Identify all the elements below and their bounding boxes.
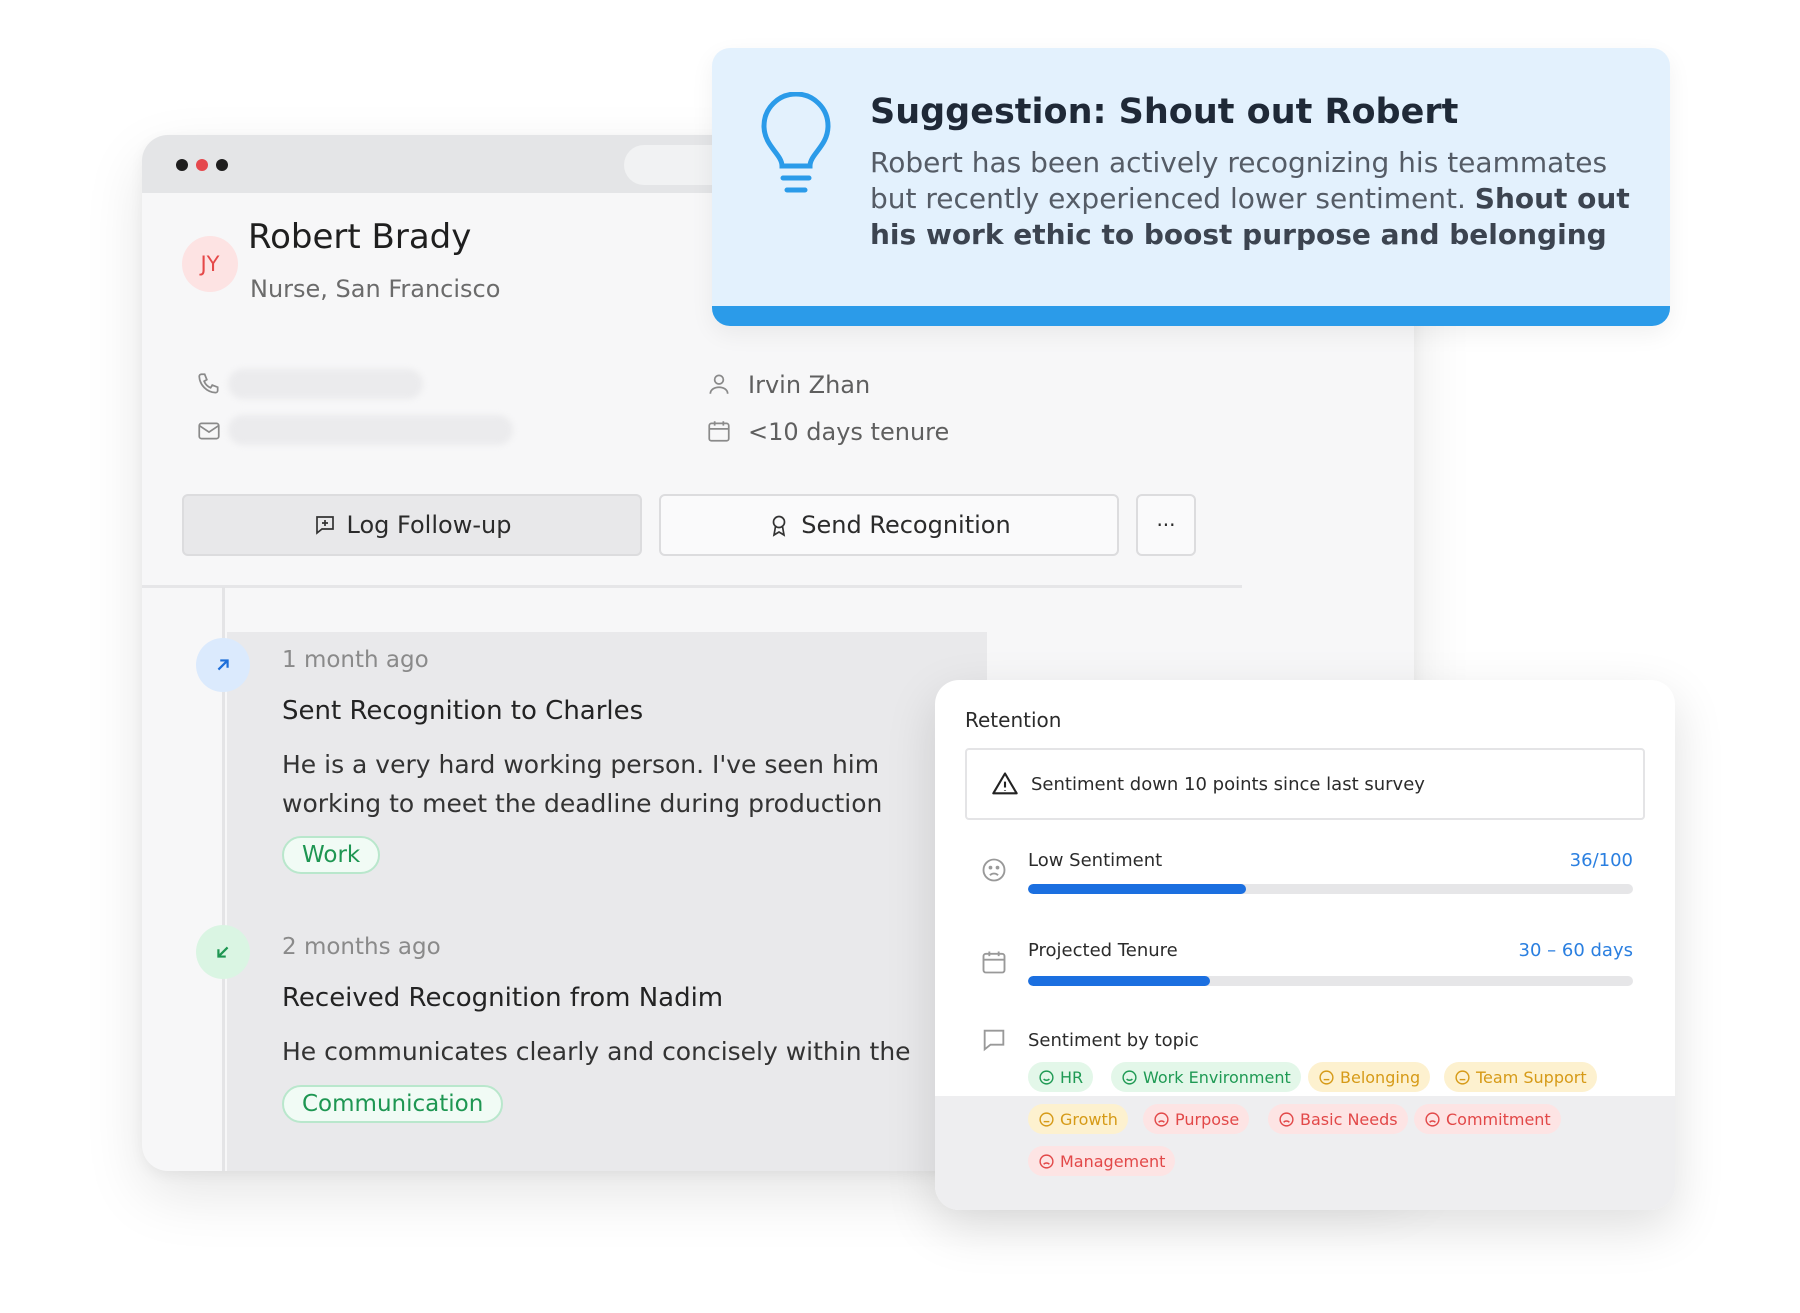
- calendar-icon: [982, 951, 1006, 974]
- phone-icon: [198, 373, 219, 394]
- neutral-face-icon: [1319, 1069, 1334, 1085]
- employee-name: Robert Brady: [248, 217, 472, 257]
- arrow-up-right-icon: [217, 659, 229, 671]
- send-recognition-label: Send Recognition: [801, 511, 1011, 539]
- event-tag[interactable]: Work: [282, 836, 381, 874]
- send-recognition-button[interactable]: Send Recognition: [659, 494, 1119, 556]
- user-icon: [709, 374, 729, 394]
- window-close-dot-icon[interactable]: [196, 159, 208, 171]
- topic-label: Commitment: [1446, 1109, 1551, 1129]
- low-sentiment-progress: [1028, 884, 1633, 894]
- event-tag[interactable]: Communication: [282, 1085, 504, 1123]
- topic-label: Growth: [1060, 1109, 1118, 1129]
- mail-icon: [198, 422, 220, 440]
- suggestion-accent-bar: [712, 306, 1670, 326]
- projected-tenure-progress: [1028, 976, 1633, 986]
- sad-face-icon: [1154, 1111, 1169, 1127]
- topic-label: Basic Needs: [1300, 1109, 1398, 1129]
- topic-label: HR: [1060, 1067, 1084, 1087]
- received-recognition-marker: [196, 925, 250, 979]
- suggestion-card: Suggestion: Shout out Robert Robert has …: [712, 48, 1670, 326]
- tenure-text: <10 days tenure: [748, 418, 950, 446]
- sad-face-icon: [982, 858, 1006, 882]
- lightbulb-icon: [761, 92, 831, 193]
- suggestion-title: Suggestion: Shout out Robert: [870, 92, 1459, 132]
- topic-chip[interactable]: Management: [1028, 1146, 1176, 1176]
- section-divider: [142, 585, 1242, 588]
- topic-chip[interactable]: Growth: [1028, 1104, 1128, 1134]
- avatar: JY: [182, 236, 238, 292]
- metric-value: 30 – 60 days: [1518, 940, 1633, 961]
- topic-label: Team Support: [1476, 1067, 1587, 1087]
- event-tag-label: Communication: [302, 1091, 484, 1117]
- topic-chip[interactable]: Belonging: [1308, 1062, 1431, 1092]
- alert-text: Sentiment down 10 points since last surv…: [1031, 773, 1425, 795]
- event-time: 1 month ago: [282, 647, 429, 673]
- topic-label: Work Environment: [1143, 1067, 1291, 1087]
- low-sentiment-progress-fill: [1028, 884, 1246, 894]
- sad-face-icon: [1425, 1111, 1440, 1127]
- log-follow-up-label: Log Follow-up: [346, 511, 512, 539]
- event-message: He is a very hard working person. I've s…: [282, 750, 883, 818]
- avatar-initials: JY: [200, 252, 220, 276]
- phone-number-redacted: [228, 369, 423, 399]
- event-time: 2 months ago: [282, 934, 441, 960]
- message-plus-icon: [315, 516, 334, 535]
- topic-chip[interactable]: Team Support: [1444, 1062, 1597, 1092]
- calendar-icon: [708, 421, 730, 442]
- suggestion-body: Robert has been actively recognizing his…: [870, 145, 1630, 253]
- topic-chip[interactable]: HR: [1028, 1062, 1094, 1092]
- event-tag-label: Work: [302, 842, 361, 868]
- event-message: He communicates clearly and concisely wi…: [282, 1037, 911, 1066]
- sad-face-icon: [1039, 1153, 1054, 1169]
- neutral-face-icon: [1455, 1069, 1470, 1085]
- employee-role: Nurse, San Francisco: [250, 275, 501, 303]
- topic-label: Purpose: [1175, 1109, 1240, 1129]
- award-icon: [772, 515, 786, 537]
- retention-card: Retention Sentiment down 10 points since…: [935, 680, 1675, 1210]
- sentiment-alert: Sentiment down 10 points since last surv…: [965, 748, 1645, 820]
- log-follow-up-button[interactable]: Log Follow-up: [182, 494, 642, 556]
- topic-chip[interactable]: Commitment: [1414, 1104, 1561, 1134]
- topics-label: Sentiment by topic: [1028, 1030, 1199, 1051]
- more-options-button[interactable]: ···: [1136, 494, 1196, 556]
- topic-chip[interactable]: Purpose: [1143, 1104, 1250, 1134]
- topic-label: Management: [1060, 1151, 1166, 1171]
- smile-icon: [1039, 1069, 1054, 1085]
- neutral-face-icon: [1039, 1111, 1054, 1127]
- arrow-down-left-icon: [217, 946, 229, 958]
- smile-icon: [1122, 1069, 1137, 1085]
- metric-label: Projected Tenure: [1028, 940, 1178, 961]
- metric-label: Low Sentiment: [1028, 850, 1163, 871]
- topic-label: Belonging: [1340, 1067, 1421, 1087]
- sent-recognition-marker: [196, 638, 250, 692]
- window-dot-icon[interactable]: [216, 159, 228, 171]
- chat-bubble-icon: [983, 1029, 1005, 1052]
- retention-title: Retention: [965, 708, 1062, 732]
- manager-name: Irvin Zhan: [748, 371, 871, 399]
- sad-face-icon: [1279, 1111, 1294, 1127]
- event-title: Received Recognition from Nadim: [282, 983, 724, 1013]
- topic-chip[interactable]: Work Environment: [1111, 1062, 1301, 1092]
- window-dot-icon[interactable]: [176, 159, 188, 171]
- projected-tenure-progress-fill: [1028, 976, 1210, 986]
- metric-value: 36/100: [1569, 850, 1633, 871]
- email-redacted: [228, 415, 513, 445]
- more-options-label: ···: [1156, 513, 1176, 537]
- event-title: Sent Recognition to Charles: [282, 696, 644, 726]
- warning-icon: [992, 772, 1018, 795]
- topic-chip[interactable]: Basic Needs: [1268, 1104, 1408, 1134]
